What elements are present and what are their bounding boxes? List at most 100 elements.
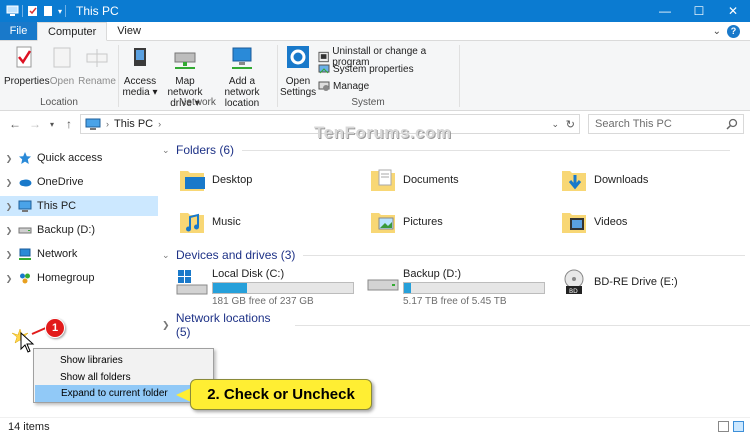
network-icon bbox=[19, 248, 31, 260]
access-media-button[interactable]: Access media ▾ bbox=[121, 45, 159, 98]
open-button[interactable]: Open bbox=[46, 45, 78, 87]
bluray-drive-icon: BD bbox=[564, 269, 584, 295]
system-properties-icon bbox=[318, 64, 330, 74]
folders-group-header[interactable]: ⌄ Folders (6) bbox=[162, 143, 750, 157]
documents-folder-icon bbox=[371, 169, 395, 191]
expand-chevron-icon[interactable]: ❯ bbox=[0, 274, 18, 283]
pictures-folder-icon bbox=[371, 213, 395, 233]
quick-access-toolbar: ▾ bbox=[0, 5, 67, 17]
drive-bd-re-e[interactable]: BD BD-RE Drive (E:) bbox=[558, 268, 678, 296]
back-arrow-icon[interactable]: ← bbox=[5, 117, 25, 131]
ribbon: Properties Open Rename Location Access m… bbox=[0, 41, 750, 111]
expand-chevron-icon[interactable]: ❯ bbox=[0, 226, 18, 235]
maximize-button[interactable]: ☐ bbox=[682, 0, 716, 22]
desktop-folder-icon bbox=[180, 171, 205, 191]
folder-music[interactable]: Music bbox=[178, 209, 241, 235]
access-media-icon bbox=[134, 48, 146, 66]
music-folder-icon bbox=[180, 213, 204, 233]
search-input[interactable]: Search This PC bbox=[588, 114, 744, 134]
details-view-icon[interactable] bbox=[718, 421, 729, 432]
rename-icon bbox=[86, 49, 108, 67]
step-2-callout: 2. Check or Uncheck bbox=[190, 379, 372, 410]
folder-downloads[interactable]: Downloads bbox=[560, 167, 648, 193]
folder-pictures[interactable]: Pictures bbox=[369, 209, 443, 235]
uninstall-icon bbox=[318, 51, 329, 63]
folder-desktop[interactable]: Desktop bbox=[178, 167, 252, 193]
manage-icon bbox=[318, 81, 330, 91]
large-icons-view-icon[interactable] bbox=[733, 421, 744, 432]
drive-usage-fill bbox=[404, 283, 411, 293]
search-placeholder: Search This PC bbox=[595, 118, 672, 130]
expand-chevron-icon[interactable]: ❯ bbox=[0, 178, 18, 187]
folder-documents[interactable]: Documents bbox=[369, 167, 459, 193]
drive-backup-d[interactable]: Backup (D:) 5.17 TB free of 5.45 TB bbox=[367, 268, 545, 307]
drive-usage-fill bbox=[213, 283, 247, 293]
nav-item-this-pc[interactable]: ❯ This PC bbox=[0, 196, 158, 216]
windows-drive-icon bbox=[176, 270, 208, 295]
expand-chevron-icon[interactable]: ❯ bbox=[162, 320, 176, 331]
expand-chevron-icon[interactable]: ❯ bbox=[0, 250, 18, 259]
quick-access-star-icon bbox=[19, 152, 31, 164]
window-title: This PC bbox=[76, 4, 119, 18]
tab-file[interactable]: File bbox=[0, 22, 37, 40]
new-folder-icon[interactable] bbox=[42, 5, 55, 17]
devices-group-header[interactable]: ⌄ Devices and drives (3) bbox=[162, 248, 750, 262]
close-button[interactable]: ✕ bbox=[716, 0, 750, 22]
this-pc-icon bbox=[18, 200, 32, 212]
help-icon[interactable]: ? bbox=[727, 24, 740, 38]
refresh-icon[interactable]: ↻ bbox=[566, 118, 575, 131]
menu-item-show-all-folders[interactable]: Show all folders bbox=[35, 369, 212, 386]
collapse-chevron-icon[interactable]: ⌄ bbox=[162, 250, 176, 261]
content-pane: ⌄ Folders (6) Desktop Documents Download… bbox=[158, 137, 750, 417]
this-pc-icon bbox=[85, 118, 101, 130]
this-pc-icon bbox=[6, 5, 19, 16]
onedrive-cloud-icon bbox=[19, 179, 32, 187]
network-group-label: Network bbox=[179, 97, 216, 108]
drive-local-disk-c[interactable]: Local Disk (C:) 181 GB free of 237 GB bbox=[176, 268, 354, 307]
tab-computer[interactable]: Computer bbox=[37, 22, 108, 41]
drive-name: BD-RE Drive (E:) bbox=[594, 276, 678, 288]
manage-button[interactable]: Manage bbox=[318, 80, 369, 92]
title-bar: ▾ This PC — ☐ ✕ bbox=[0, 0, 750, 22]
collapse-chevron-icon[interactable]: ⌄ bbox=[162, 145, 176, 156]
breadcrumb-this-pc[interactable]: This PC bbox=[114, 118, 153, 130]
network-drive-icon bbox=[174, 52, 196, 69]
forward-arrow-icon[interactable]: → bbox=[25, 117, 45, 131]
nav-item-onedrive[interactable]: ❯ OneDrive bbox=[0, 172, 158, 192]
customize-toolbar-chevron-icon[interactable]: ▾ bbox=[58, 7, 62, 16]
network-location-icon bbox=[232, 47, 252, 69]
properties-icon[interactable] bbox=[26, 5, 39, 17]
up-arrow-icon[interactable]: ↑ bbox=[59, 117, 79, 131]
system-properties-button[interactable]: System properties bbox=[318, 63, 414, 75]
ribbon-tabs: File Computer View ⌄ ? bbox=[0, 22, 750, 41]
rename-button[interactable]: Rename bbox=[78, 45, 116, 87]
breadcrumb-separator-icon[interactable]: › bbox=[158, 119, 161, 129]
nav-item-quick-access[interactable]: ❯ Quick access bbox=[0, 148, 158, 168]
callout-pointer bbox=[176, 388, 191, 402]
open-icon bbox=[53, 47, 71, 68]
location-group-label: Location bbox=[40, 97, 78, 108]
tab-view[interactable]: View bbox=[107, 22, 151, 40]
open-settings-button[interactable]: Open Settings bbox=[280, 45, 316, 98]
homegroup-icon bbox=[20, 273, 30, 284]
folder-videos[interactable]: Videos bbox=[560, 209, 627, 235]
nav-item-backup-d[interactable]: ❯ Backup (D:) bbox=[0, 220, 158, 240]
system-group: Open Settings Uninstall or change a prog… bbox=[278, 41, 458, 111]
videos-folder-icon bbox=[562, 213, 586, 233]
status-bar: 14 items bbox=[0, 417, 750, 436]
expand-chevron-icon[interactable]: ❯ bbox=[0, 202, 18, 211]
expand-ribbon-icon[interactable]: ⌄ bbox=[713, 26, 721, 37]
nav-item-network[interactable]: ❯ Network bbox=[0, 244, 158, 264]
network-locations-group-header[interactable]: ❯ Network locations (5) bbox=[162, 311, 750, 339]
drive-usage-bar bbox=[403, 282, 545, 294]
drive-free-space: 181 GB free of 237 GB bbox=[212, 296, 314, 307]
expand-chevron-icon[interactable]: ❯ bbox=[0, 154, 18, 163]
network-group: Access media ▾ Map network drive ▾ Add a… bbox=[119, 41, 276, 111]
recent-locations-chevron-icon[interactable]: ▾ bbox=[45, 120, 59, 129]
breadcrumb-separator-icon[interactable]: › bbox=[106, 119, 109, 129]
nav-item-homegroup[interactable]: ❯ Homegroup bbox=[0, 268, 158, 288]
properties-button[interactable]: Properties bbox=[4, 45, 50, 87]
minimize-button[interactable]: — bbox=[648, 0, 682, 22]
address-dropdown-chevron-icon[interactable]: ⌄ bbox=[551, 119, 559, 130]
menu-item-show-libraries[interactable]: Show libraries bbox=[35, 352, 212, 369]
